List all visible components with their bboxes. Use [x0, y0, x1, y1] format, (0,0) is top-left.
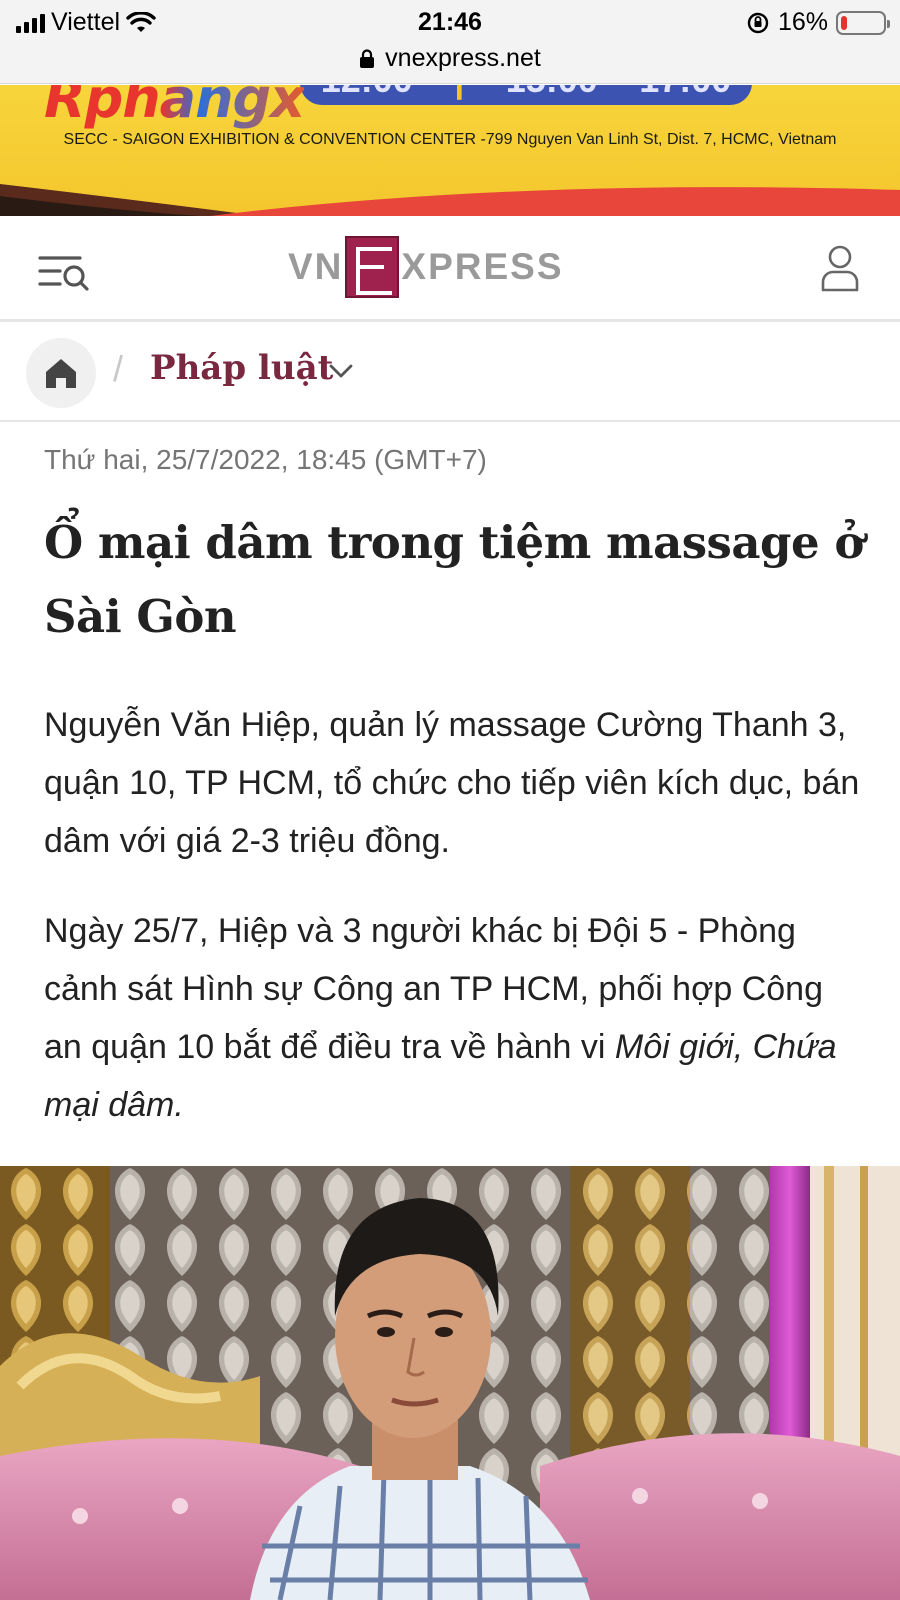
article-title: Ổ mại dâm trong tiệm massage ở Sài Gòn: [44, 516, 864, 643]
menu-search-icon[interactable]: [38, 252, 90, 292]
ad-time: 17:00: [639, 85, 731, 101]
article-photo[interactable]: [0, 1166, 900, 1600]
logo-text-left: VN: [288, 246, 344, 287]
ad-swoosh-graphic: [0, 184, 900, 216]
article-lead: Nguyễn Văn Hiệp, quản lý massage Cường T…: [44, 706, 860, 860]
site-header: VN XPRESS: [0, 216, 900, 322]
orientation-lock-icon: [747, 12, 769, 33]
ad-schedule: 12:00 | 15:00 17:00: [300, 85, 752, 105]
ad-time-divider: |: [454, 85, 464, 101]
home-icon: [46, 359, 76, 388]
vnexpress-logo[interactable]: VN XPRESS: [288, 236, 564, 298]
url-text[interactable]: vnexpress.net: [385, 44, 541, 73]
battery-fill: [841, 15, 848, 30]
ad-time: 15:00: [506, 85, 598, 101]
user-account-icon[interactable]: [820, 244, 860, 294]
article-photo-graphic: [0, 1166, 900, 1600]
logo-text-right: XPRESS: [401, 246, 564, 287]
status-right: 16%: [746, 8, 890, 37]
article-paragraph: Ngày 25/7, Hiệp và 3 người khác bị Đội 5…: [44, 902, 864, 1134]
battery-icon: [836, 10, 890, 35]
article: Thứ hai, 25/7/2022, 18:45 (GMT+7) Ổ mại …: [44, 440, 864, 1134]
ad-logo: Rphangx: [44, 85, 305, 130]
breadcrumb-separator: /: [113, 348, 124, 389]
logo-e-mark: [345, 236, 400, 298]
chevron-down-icon[interactable]: [328, 362, 354, 380]
home-button[interactable]: [26, 338, 96, 408]
address-bar[interactable]: vnexpress.net: [0, 40, 900, 84]
battery-percent: 16%: [777, 8, 828, 36]
ad-address: SECC - SAIGON EXHIBITION & CONVENTION CE…: [63, 131, 837, 148]
ad-banner[interactable]: 12:00 | 15:00 17:00 Rphangx SECC - SAIGO…: [0, 85, 900, 216]
article-date: Thứ hai, 25/7/2022, 18:45 (GMT+7): [44, 444, 487, 475]
lock-icon: [360, 48, 375, 68]
breadcrumb: / Pháp luật: [0, 324, 900, 422]
ad-time: 12:00: [321, 85, 413, 101]
breadcrumb-category[interactable]: Pháp luật: [150, 348, 333, 388]
